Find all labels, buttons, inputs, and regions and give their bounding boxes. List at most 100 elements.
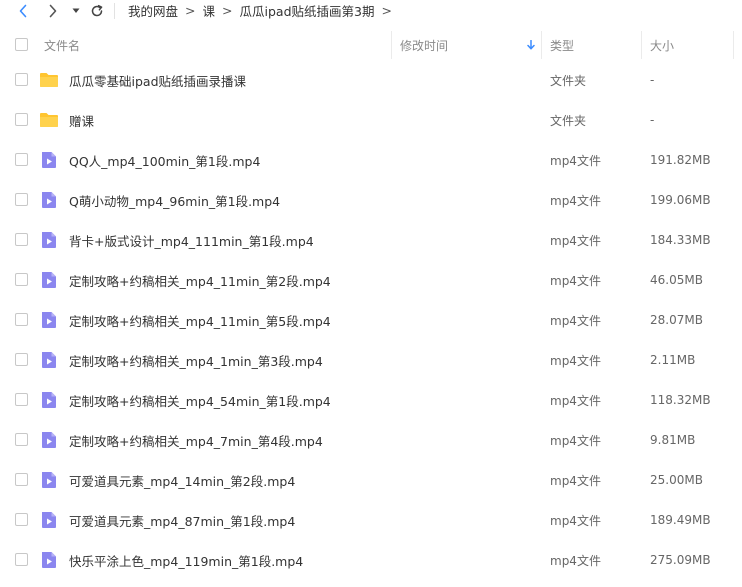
file-size: 189.49MB	[650, 513, 711, 527]
file-name[interactable]: 定制攻略+约稿相关_mp4_11min_第2段.mp4	[69, 260, 331, 300]
file-size: 191.82MB	[650, 153, 711, 167]
file-row[interactable]: 可爱道具元素_mp4_14min_第2段.mp4 mp4文件 25.00MB	[0, 460, 742, 500]
row-checkbox[interactable]	[15, 473, 28, 486]
row-checkbox[interactable]	[15, 273, 28, 286]
column-divider	[391, 31, 392, 59]
breadcrumb-item-home[interactable]: 我的网盘	[128, 1, 178, 20]
file-row[interactable]: Q萌小动物_mp4_96min_第1段.mp4 mp4文件 199.06MB	[0, 180, 742, 220]
row-checkbox[interactable]	[15, 233, 28, 246]
file-type: mp4文件	[550, 473, 601, 488]
file-type: mp4文件	[550, 353, 601, 368]
video-file-icon	[42, 192, 56, 208]
file-type: mp4文件	[550, 233, 601, 248]
folder-icon	[40, 113, 58, 127]
breadcrumb-item-current[interactable]: 瓜瓜ipad贴纸插画第3期	[240, 1, 375, 20]
file-name[interactable]: 定制攻略+约稿相关_mp4_11min_第5段.mp4	[69, 300, 331, 340]
file-row[interactable]: 定制攻略+约稿相关_mp4_11min_第2段.mp4 mp4文件 46.05M…	[0, 260, 742, 300]
file-name[interactable]: 定制攻略+约稿相关_mp4_54min_第1段.mp4	[69, 380, 331, 420]
file-row[interactable]: 定制攻略+约稿相关_mp4_54min_第1段.mp4 mp4文件 118.32…	[0, 380, 742, 420]
video-file-icon	[42, 352, 56, 368]
row-checkbox[interactable]	[15, 353, 28, 366]
file-type: mp4文件	[550, 273, 601, 288]
column-header-type[interactable]: 类型	[550, 28, 574, 62]
file-size: 199.06MB	[650, 193, 711, 207]
forward-button[interactable]	[44, 2, 62, 20]
file-name[interactable]: 定制攻略+约稿相关_mp4_7min_第4段.mp4	[69, 420, 323, 460]
file-row[interactable]: 定制攻略+约稿相关_mp4_7min_第4段.mp4 mp4文件 9.81MB	[0, 420, 742, 460]
refresh-icon	[91, 4, 103, 17]
row-checkbox[interactable]	[15, 513, 28, 526]
history-dropdown-button[interactable]	[70, 2, 82, 20]
file-row[interactable]: 定制攻略+约稿相关_mp4_1min_第3段.mp4 mp4文件 2.11MB	[0, 340, 742, 380]
file-name[interactable]: 赠课	[69, 100, 94, 140]
file-name[interactable]: 背卡+版式设计_mp4_111min_第1段.mp4	[69, 220, 314, 260]
video-file-icon	[42, 472, 56, 488]
breadcrumb-item-course[interactable]: 课	[203, 1, 216, 20]
file-name[interactable]: Q萌小动物_mp4_96min_第1段.mp4	[69, 180, 280, 220]
row-checkbox[interactable]	[15, 113, 28, 126]
file-row[interactable]: 快乐平涂上色_mp4_119min_第1段.mp4 mp4文件 275.09MB	[0, 540, 742, 580]
file-name[interactable]: 定制攻略+约稿相关_mp4_1min_第3段.mp4	[69, 340, 323, 380]
file-size: 28.07MB	[650, 313, 703, 327]
file-row[interactable]: 背卡+版式设计_mp4_111min_第1段.mp4 mp4文件 184.33M…	[0, 220, 742, 260]
chevron-left-icon	[19, 4, 27, 18]
column-divider	[641, 31, 642, 59]
column-header-modified[interactable]: 修改时间	[400, 28, 448, 62]
file-type: mp4文件	[550, 153, 601, 168]
folder-icon	[40, 73, 58, 87]
column-header-name[interactable]: 文件名	[44, 28, 80, 62]
file-row[interactable]: 可爱道具元素_mp4_87min_第1段.mp4 mp4文件 189.49MB	[0, 500, 742, 540]
breadcrumb-separator: >	[185, 2, 196, 18]
toolbar-divider	[114, 3, 115, 19]
video-file-icon	[42, 272, 56, 288]
row-checkbox[interactable]	[15, 153, 28, 166]
file-type: mp4文件	[550, 553, 601, 568]
column-header-size[interactable]: 大小	[650, 28, 674, 62]
row-checkbox[interactable]	[15, 313, 28, 326]
chevron-right-icon	[49, 4, 57, 18]
video-file-icon	[42, 392, 56, 408]
file-size: 9.81MB	[650, 433, 696, 447]
breadcrumb: 我的网盘 > 课 > 瓜瓜ipad贴纸插画第3期 >	[128, 0, 399, 20]
arrow-down-icon	[527, 40, 535, 50]
file-type: mp4文件	[550, 313, 601, 328]
file-size: -	[650, 73, 655, 87]
column-divider	[733, 31, 734, 59]
row-checkbox[interactable]	[15, 73, 28, 86]
row-checkbox[interactable]	[15, 553, 28, 566]
breadcrumb-separator: >	[222, 2, 233, 18]
video-file-icon	[42, 552, 56, 568]
file-name[interactable]: 快乐平涂上色_mp4_119min_第1段.mp4	[69, 540, 303, 580]
column-divider	[541, 31, 542, 59]
breadcrumb-separator: >	[381, 2, 392, 18]
file-name[interactable]: 可爱道具元素_mp4_87min_第1段.mp4	[69, 500, 295, 540]
file-row[interactable]: 定制攻略+约稿相关_mp4_11min_第5段.mp4 mp4文件 28.07M…	[0, 300, 742, 340]
sort-button[interactable]	[527, 28, 535, 62]
file-row[interactable]: 赠课 文件夹 -	[0, 100, 742, 140]
row-checkbox[interactable]	[15, 433, 28, 446]
file-row[interactable]: 瓜瓜零基础ipad贴纸插画录播课 文件夹 -	[0, 60, 742, 100]
file-row[interactable]: QQ人_mp4_100min_第1段.mp4 mp4文件 191.82MB	[0, 140, 742, 180]
refresh-button[interactable]	[88, 2, 106, 20]
file-name[interactable]: QQ人_mp4_100min_第1段.mp4	[69, 140, 260, 180]
file-size: 118.32MB	[650, 393, 711, 407]
file-size: 46.05MB	[650, 273, 703, 287]
caret-down-icon	[72, 8, 80, 13]
select-all-checkbox[interactable]	[15, 38, 28, 51]
row-checkbox[interactable]	[15, 193, 28, 206]
file-type: mp4文件	[550, 433, 601, 448]
file-type: 文件夹	[550, 73, 587, 88]
video-file-icon	[42, 512, 56, 528]
file-name[interactable]: 瓜瓜零基础ipad贴纸插画录播课	[69, 60, 246, 100]
row-checkbox[interactable]	[15, 393, 28, 406]
file-type: mp4文件	[550, 193, 601, 208]
file-size: 25.00MB	[650, 473, 703, 487]
file-type: 文件夹	[550, 113, 587, 128]
toolbar: 我的网盘 > 课 > 瓜瓜ipad贴纸插画第3期 >	[0, 0, 742, 22]
file-size: 275.09MB	[650, 553, 711, 567]
video-file-icon	[42, 432, 56, 448]
file-name[interactable]: 可爱道具元素_mp4_14min_第2段.mp4	[69, 460, 295, 500]
back-button[interactable]	[14, 2, 32, 20]
file-type: mp4文件	[550, 393, 601, 408]
file-size: -	[650, 113, 655, 127]
